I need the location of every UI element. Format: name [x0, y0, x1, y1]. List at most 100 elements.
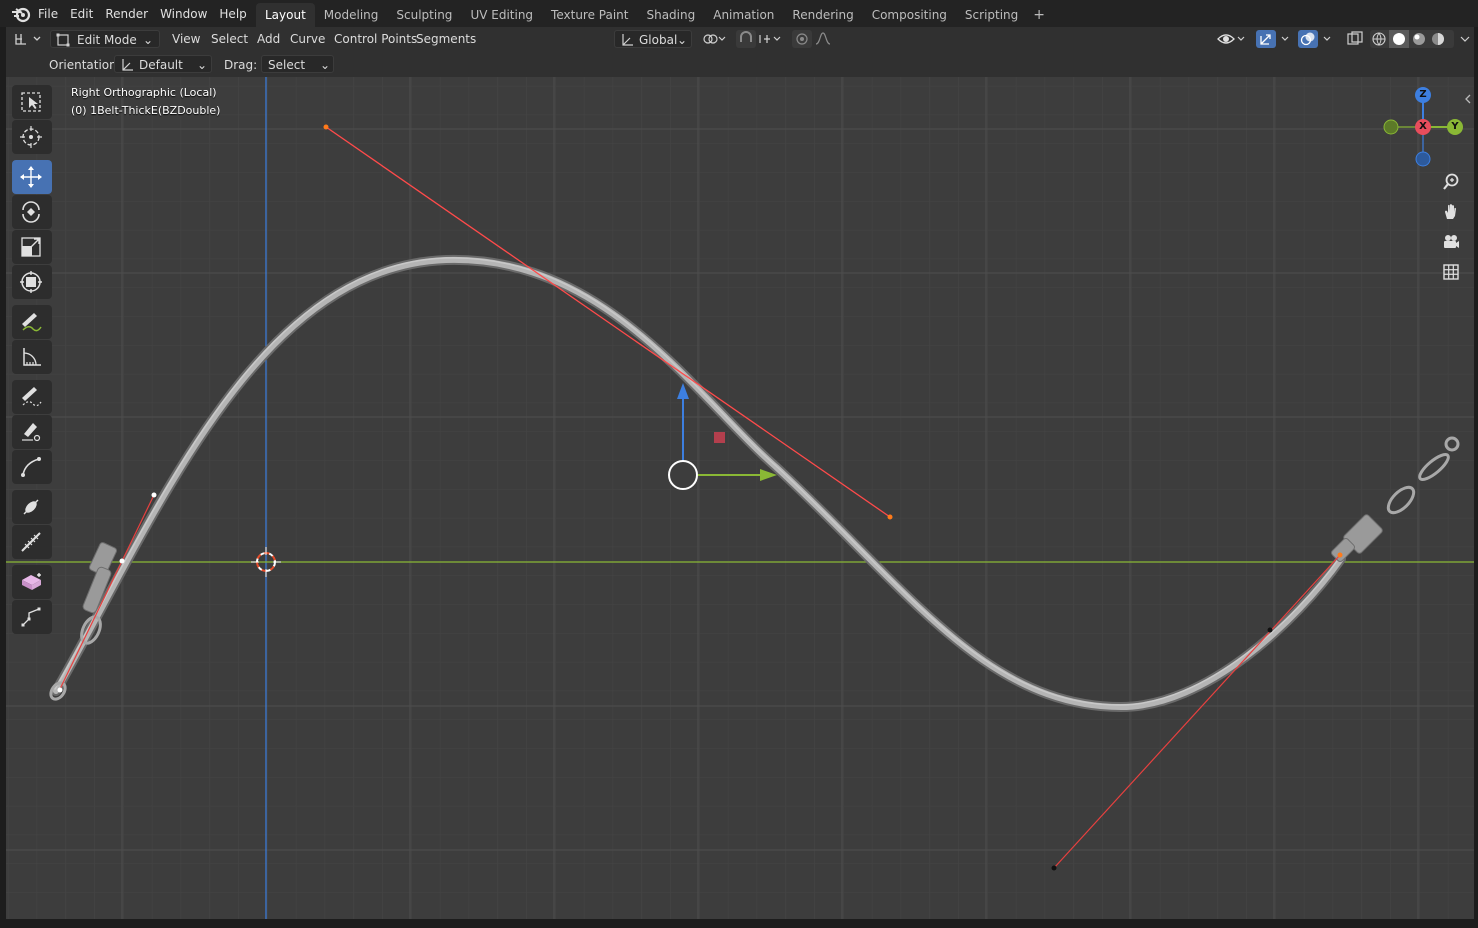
proportional-editing-controls[interactable]: [792, 30, 842, 48]
tool-transform[interactable]: [12, 265, 52, 299]
tool-cursor[interactable]: [12, 120, 52, 154]
3d-viewport[interactable]: Right Orthographic (Local) (0) 1Belt-Thi…: [6, 77, 1474, 919]
tool-scale[interactable]: [12, 230, 52, 264]
tool-randomize[interactable]: [12, 525, 52, 559]
tab-modeling[interactable]: Modeling: [315, 3, 388, 27]
tab-scripting[interactable]: Scripting: [956, 3, 1027, 27]
camera-view-button[interactable]: [1437, 228, 1465, 256]
measure-icon: [23, 348, 41, 366]
control-point[interactable]: [1337, 552, 1343, 558]
mode-dropdown[interactable]: Edit Mode ⌄: [50, 30, 160, 48]
top-bar: File Edit Render Window Help Layout Mode…: [0, 0, 1478, 27]
shading-icons: [1370, 30, 1454, 48]
orientation-value: Default: [139, 58, 183, 72]
header-menu-view[interactable]: View: [172, 30, 200, 48]
pan-button[interactable]: [1437, 198, 1465, 226]
draw-icon: [22, 387, 42, 407]
tool-extrude[interactable]: [12, 565, 52, 599]
chevron-down-icon: ⌄: [319, 58, 330, 72]
chevron-down-icon: ⌄: [142, 33, 153, 47]
menu-edit[interactable]: Edit: [70, 7, 105, 21]
tab-shading[interactable]: Shading: [637, 3, 704, 27]
visibility-dropdown[interactable]: [1216, 30, 1250, 48]
menu-render[interactable]: Render: [105, 7, 160, 21]
control-point[interactable]: [119, 558, 125, 564]
hand-icon: [1445, 204, 1456, 219]
chevron-down-icon: [1460, 36, 1470, 42]
viewport-canvas: [6, 77, 1474, 919]
tab-rendering[interactable]: Rendering: [783, 3, 862, 27]
control-point[interactable]: [1051, 865, 1057, 871]
xray-toggle[interactable]: [1346, 30, 1364, 48]
viewport-header: Edit Mode ⌄ View Select Add Curve Contro…: [6, 27, 1474, 51]
orientation-dropdown[interactable]: Default ⌄: [114, 55, 212, 73]
shading-mode-buttons: [1370, 30, 1454, 48]
handle-point[interactable]: [323, 124, 329, 130]
scale-icon: [21, 237, 41, 257]
grid-icon: [1443, 264, 1459, 280]
cursor-icon: [20, 126, 42, 148]
tool-curve-tilt[interactable]: [12, 450, 52, 484]
add-workspace-button[interactable]: +: [1027, 3, 1051, 27]
tool-measure[interactable]: [12, 340, 52, 374]
drag-dropdown[interactable]: Select Box ⌄: [261, 55, 334, 90]
header-menu-select[interactable]: Select: [211, 30, 248, 48]
axis-label-x: X: [1419, 121, 1427, 132]
gizmo-toggle[interactable]: [1256, 30, 1296, 48]
header-menu-curve[interactable]: Curve: [290, 30, 325, 48]
zoom-button[interactable]: [1437, 168, 1465, 196]
tool-rotate[interactable]: [12, 195, 52, 229]
eye-icon: [1217, 34, 1245, 44]
control-point[interactable]: [151, 492, 157, 498]
menu-file[interactable]: File: [38, 7, 70, 21]
header-menu-add[interactable]: Add: [257, 30, 280, 48]
header-menu-control-points[interactable]: Control Points: [334, 30, 417, 48]
menu-window[interactable]: Window: [160, 7, 219, 21]
transform-orientation-dropdown[interactable]: Global ⌄: [614, 30, 692, 48]
editor-type-dropdown[interactable]: [12, 30, 46, 48]
zoom-icon: [1443, 173, 1459, 190]
handle-point[interactable]: [887, 514, 893, 520]
pivot-point-dropdown[interactable]: [702, 30, 728, 48]
select-box-icon: [21, 92, 41, 112]
tool-annotate[interactable]: [12, 305, 52, 339]
tab-compositing[interactable]: Compositing: [863, 3, 956, 27]
chevron-down-icon: ⌄: [196, 58, 207, 72]
axis-label-z: Z: [1419, 89, 1427, 100]
tool-vertex[interactable]: [12, 600, 52, 634]
extrude-icon: [22, 573, 41, 590]
mode-label: Edit Mode: [77, 33, 137, 47]
pen-icon: [22, 423, 41, 442]
tab-animation[interactable]: Animation: [704, 3, 783, 27]
orientation-icon: [622, 34, 633, 46]
status-bar: [0, 919, 1478, 928]
tool-select-box[interactable]: [12, 85, 52, 119]
ortho-toggle-button[interactable]: [1437, 258, 1465, 286]
sidebar-toggle[interactable]: [1463, 92, 1473, 106]
main-menu: File Edit Render Window Help: [38, 0, 259, 27]
control-point[interactable]: [57, 687, 63, 693]
tab-uv-editing[interactable]: UV Editing: [461, 3, 542, 27]
tab-sculpting[interactable]: Sculpting: [387, 3, 461, 27]
object-name: (0) 1Belt-ThickE(BZDouble): [71, 104, 221, 117]
pivot-icon: [703, 34, 726, 44]
tool-radius[interactable]: [12, 490, 52, 524]
tool-move[interactable]: [12, 160, 52, 194]
tool-pen[interactable]: [12, 415, 52, 449]
overlays-toggle[interactable]: [1298, 30, 1338, 48]
chevron-left-icon: [1465, 94, 1471, 104]
radius-icon: [23, 499, 39, 515]
control-point[interactable]: [1267, 627, 1273, 633]
tool-draw[interactable]: [12, 380, 52, 414]
annotate-icon: [22, 313, 42, 332]
blender-logo-icon[interactable]: [10, 4, 32, 24]
overlays-icon: [1298, 30, 1331, 48]
transform-icon: [20, 271, 42, 293]
vertex-icon: [21, 607, 41, 627]
tab-texture-paint[interactable]: Texture Paint: [542, 3, 637, 27]
menu-help[interactable]: Help: [219, 7, 258, 21]
snapping-controls[interactable]: [736, 30, 784, 48]
tab-layout[interactable]: Layout: [256, 3, 315, 27]
shading-options-dropdown[interactable]: [1458, 30, 1472, 48]
header-menu-segments[interactable]: Segments: [416, 30, 476, 48]
